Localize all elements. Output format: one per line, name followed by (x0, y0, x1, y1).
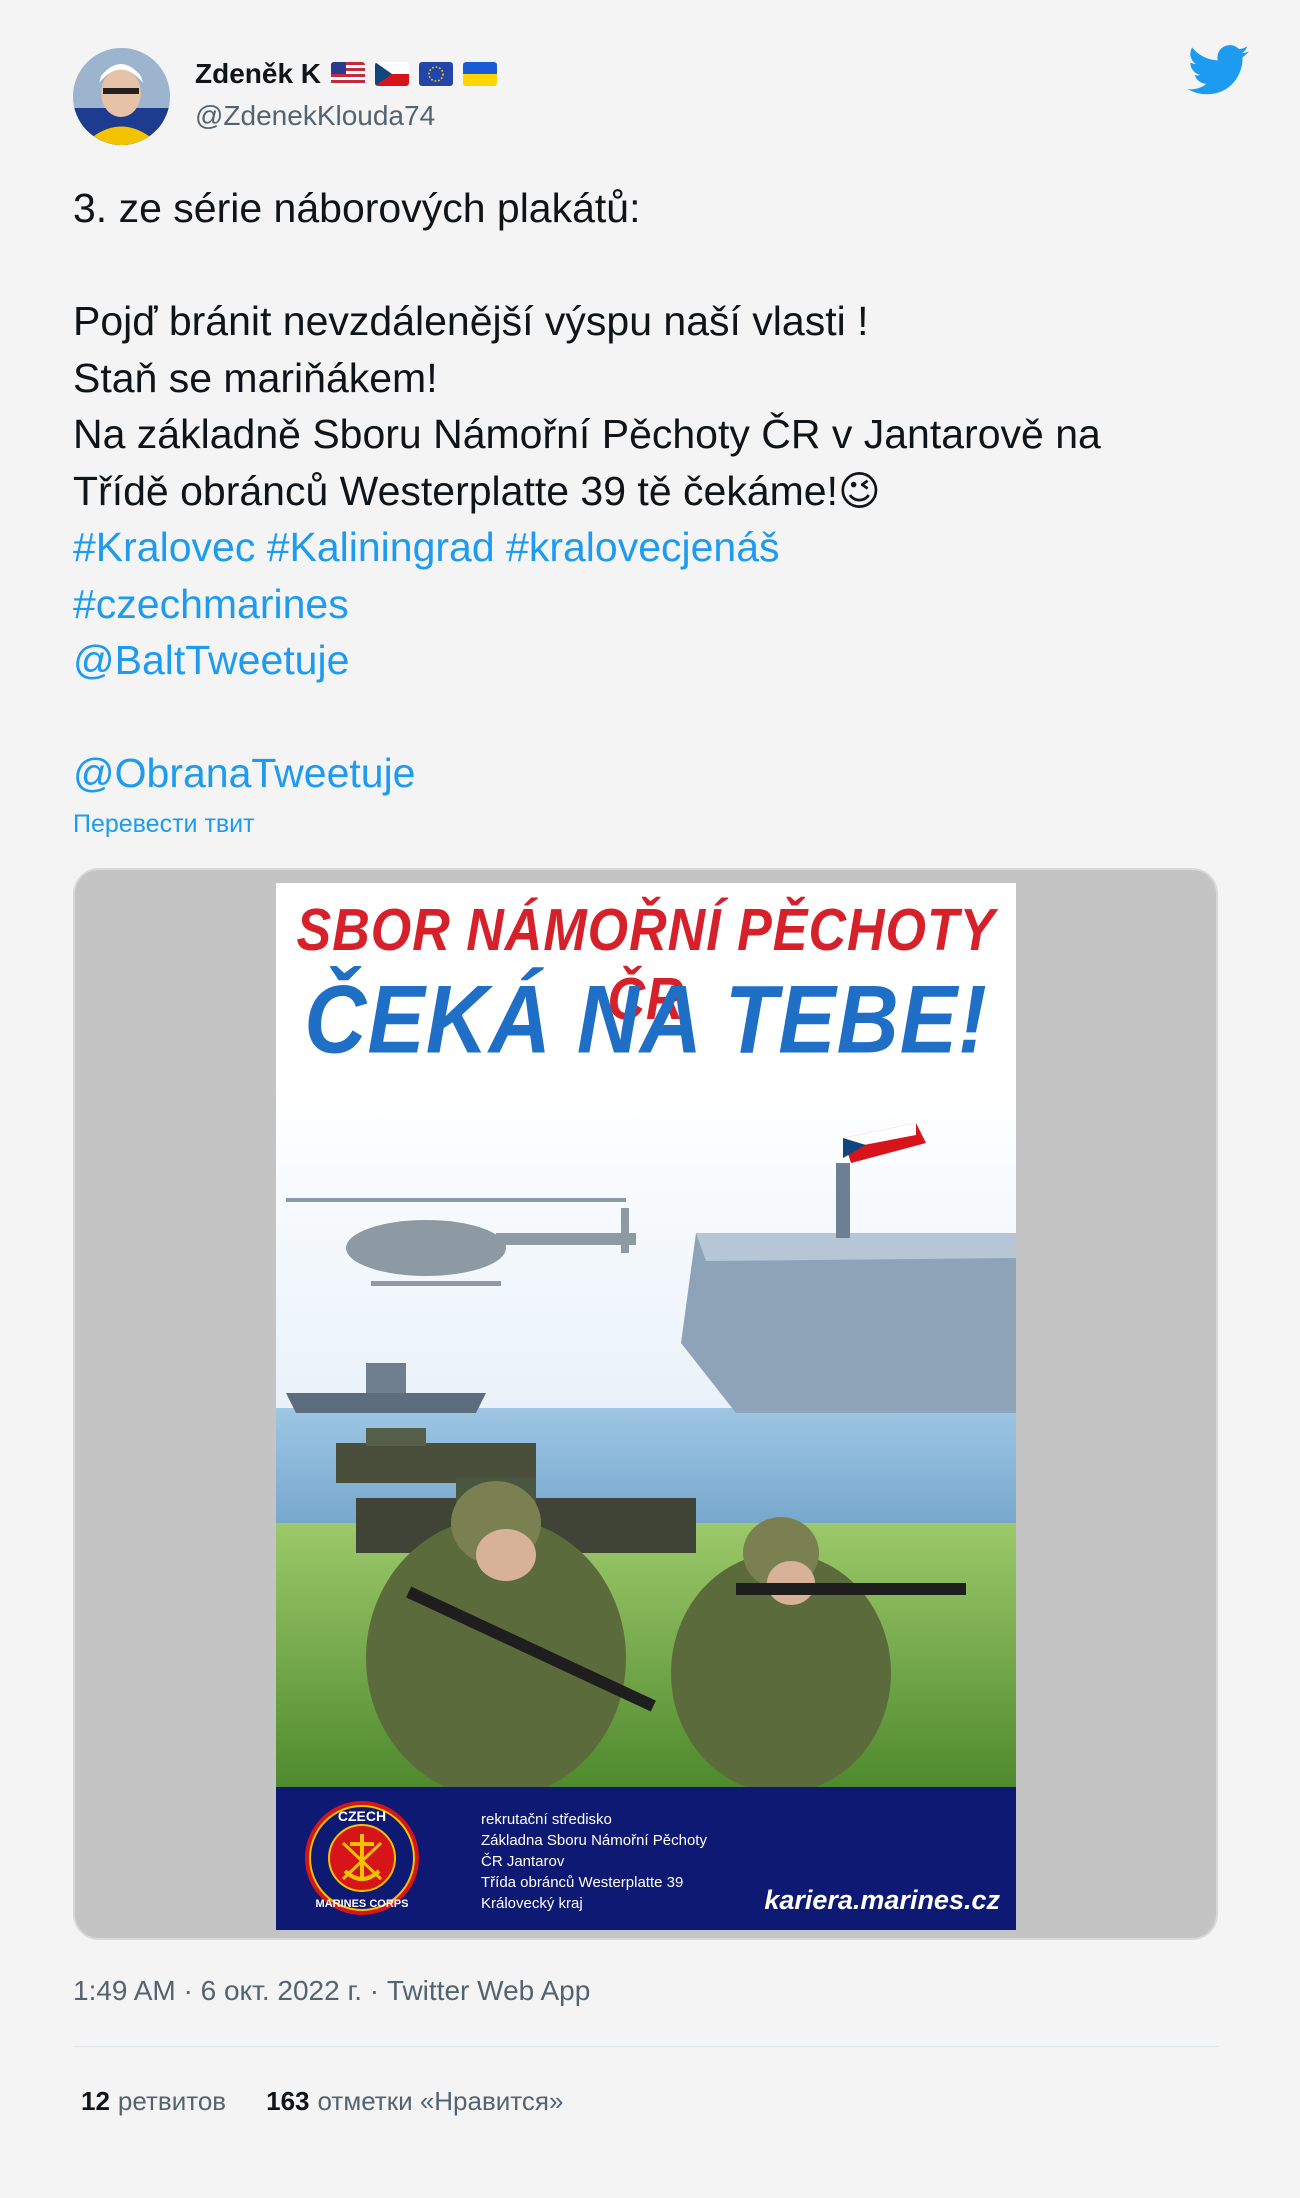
author-handle[interactable]: @ZdenekKlouda74 (195, 100, 435, 132)
author-row: Zdeněk K (195, 58, 498, 90)
tweet-text-line: Pojď bránit nevzdálenější výspu naší vla… (73, 293, 1233, 350)
translate-link[interactable]: Перевести твит (73, 810, 255, 839)
tweet-text-line: Staň se mariňákem! (73, 350, 1233, 407)
poster-footer: CZECH MARINES CORPS rekrutační středisko… (276, 1787, 1016, 1930)
line-text: #czechmarines (73, 580, 349, 627)
divider (73, 2046, 1218, 2047)
recruitment-poster: SBOR NÁMOŘNÍ PĚCHOTY ČR ČEKÁ NA TEBE! CZ… (276, 883, 1016, 1930)
tweet-text: 3. ze série náborových plakátů: Pojď brán… (73, 180, 1233, 802)
tweet-text-line: Třídě obránců Westerplatte 39 tě čekáme!… (73, 463, 1233, 520)
tweet-text-line: 3. ze série náborových plakátů: (73, 180, 1233, 237)
marines-corps-seal-icon: CZECH MARINES CORPS (305, 1801, 419, 1915)
twitter-bird-icon[interactable] (1188, 45, 1250, 97)
likes-count: 163 (266, 2086, 310, 2116)
line-text: Staň se mariňákem! (73, 354, 438, 401)
tweet-card: Zdeněk K @ZdenekKlouda74 3. ze série náb… (0, 0, 1300, 2198)
line-text: #Kralovec #Kaliningrad #kralovecjenáš (73, 524, 780, 570)
recruit-line: Základna Sboru Námořní Pěchoty (481, 1832, 707, 1849)
cz-flag-icon (375, 62, 410, 86)
line-text: @BaltTweetuje (73, 637, 350, 683)
tweet-link[interactable]: #Kralovec #Kaliningrad #kralovecjenáš (73, 519, 1233, 576)
tweet-timestamp[interactable]: 1:49 AM · 6 окт. 2022 г. · Twitter Web A… (73, 1975, 590, 2007)
recruit-line: Třída obránců Westerplatte 39 (481, 1874, 684, 1891)
retweets-stat[interactable]: 12 ретвитов (81, 2086, 226, 2117)
recruit-info: rekrutační středisko Základna Sboru Námo… (481, 1809, 707, 1914)
recruit-line: rekrutační středisko (481, 1811, 612, 1828)
avatar[interactable] (73, 48, 170, 145)
line-text: 3. ze série náborových plakátů: (73, 185, 641, 231)
recruit-line: Královecký kraj (481, 1895, 583, 1912)
retweets-count: 12 (81, 2086, 110, 2116)
seal-top-text: CZECH (338, 1808, 386, 1824)
tweet-text-line: Na základně Sboru Námořní Pěchoty ČR v J… (73, 406, 1233, 463)
line-text: Pojď bránit nevzdálenější výspu naší vla… (73, 298, 869, 344)
tweet-link[interactable]: #czechmarines (73, 576, 1233, 633)
tweet-stats: 12 ретвитов 163 отметки «Нравится» (81, 2086, 563, 2117)
likes-stat[interactable]: 163 отметки «Нравится» (266, 2086, 563, 2117)
recruit-line: ČR Jantarov (481, 1853, 565, 1870)
us-flag-icon (331, 62, 366, 86)
tweet-media[interactable]: SBOR NÁMOŘNÍ PĚCHOTY ČR ČEKÁ NA TEBE! CZ… (73, 868, 1218, 1940)
line-text: @ObranaTweetuje (73, 750, 416, 796)
seal-bottom-text: MARINES CORPS (316, 1898, 409, 1910)
poster-scene-illustration (276, 1083, 1016, 1787)
line-text: Na základně Sboru Námořní Pěchoty ČR v J… (73, 411, 1101, 457)
wink-emoji-icon: 😉 (837, 467, 881, 514)
poster-headline-2: ČEKÁ NA TEBE! (304, 966, 988, 1074)
author-name[interactable]: Zdeněk K (195, 58, 321, 90)
poster-website: kariera.marines.cz (764, 1885, 1000, 1915)
likes-label: отметки «Нравится» (317, 2086, 564, 2116)
retweets-label: ретвитов (117, 2086, 227, 2116)
tweet-link[interactable]: @BaltTweetuje (73, 632, 1233, 689)
ua-flag-icon (463, 62, 498, 86)
tweet-link[interactable]: @ObranaTweetuje (73, 745, 1233, 802)
line-text: Třídě obránců Westerplatte 39 tě čekáme! (73, 467, 838, 514)
eu-flag-icon (419, 62, 454, 86)
